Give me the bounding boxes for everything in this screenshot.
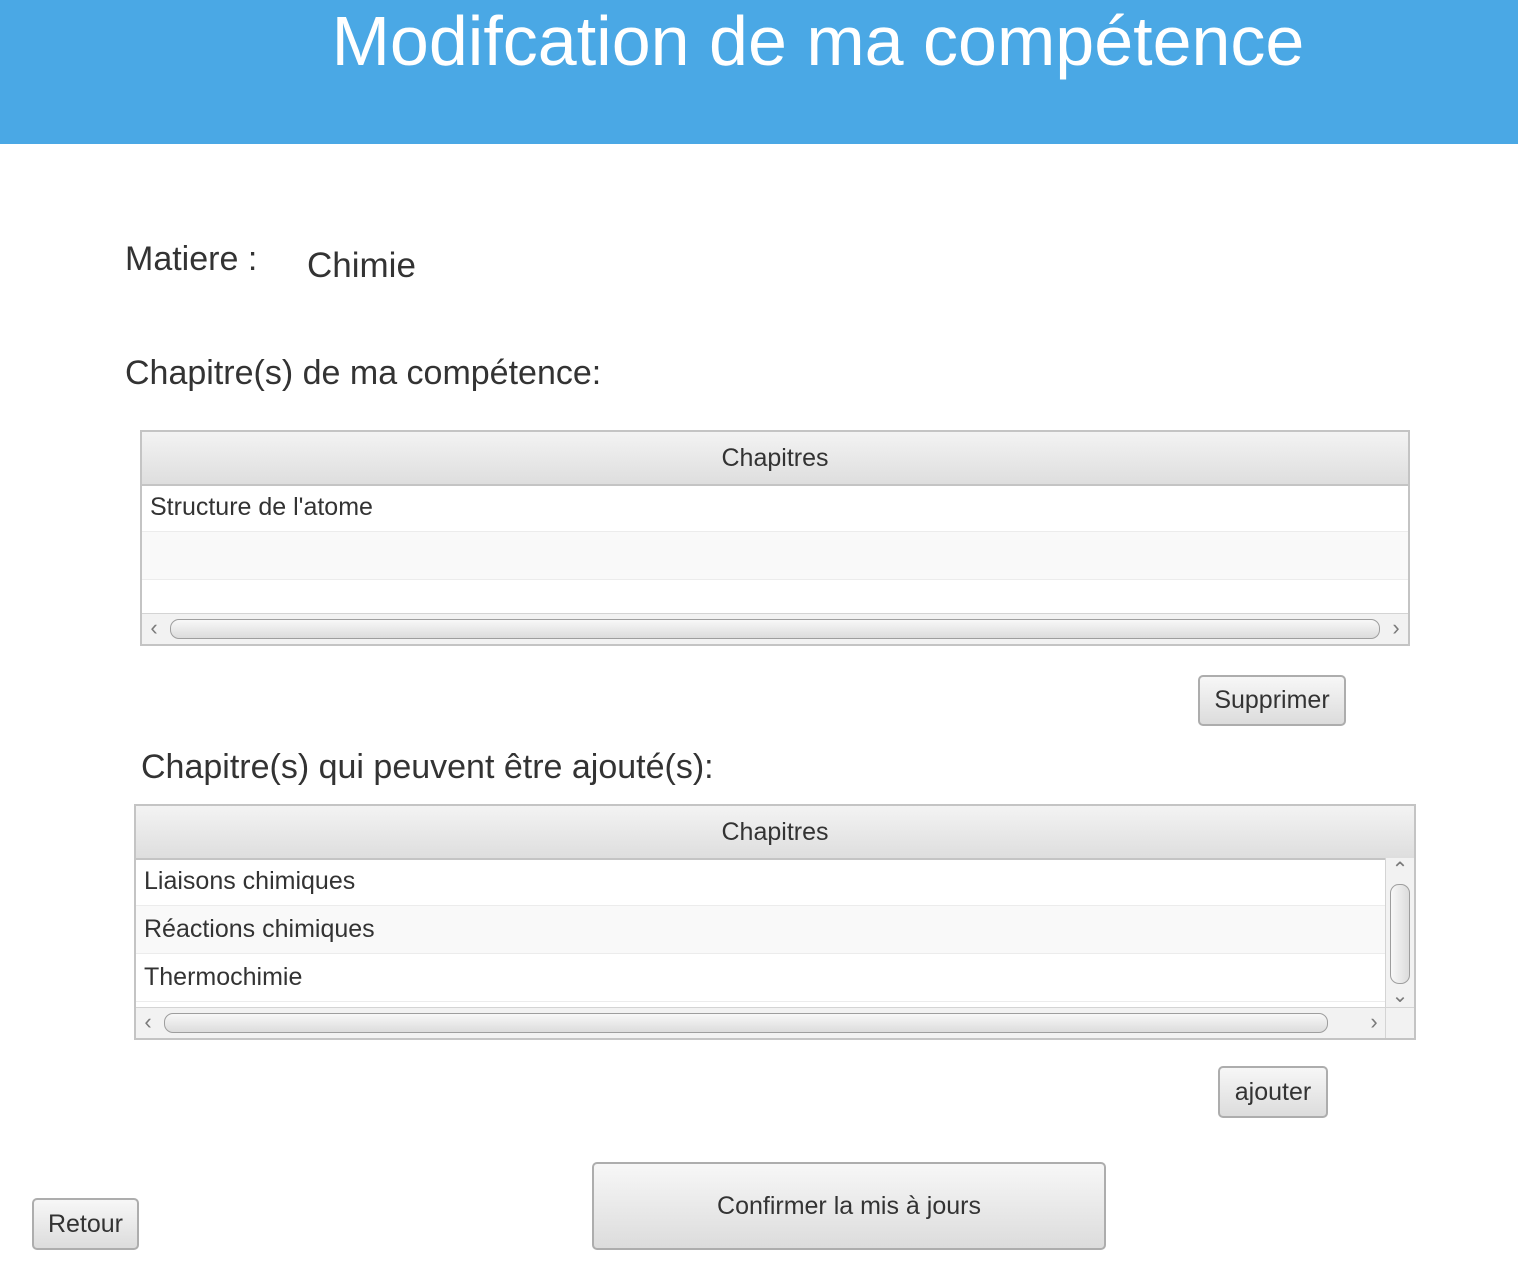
- scroll-down-icon[interactable]: ⌄: [1386, 984, 1414, 1008]
- scroll-right-icon[interactable]: ›: [1384, 614, 1408, 644]
- scroll-thumb[interactable]: [164, 1013, 1328, 1033]
- table-row[interactable]: [142, 532, 1408, 580]
- confirm-update-button[interactable]: Confirmer la mis à jours: [592, 1162, 1106, 1250]
- scroll-thumb[interactable]: [170, 619, 1380, 639]
- table-row[interactable]: Structure de l'atome: [142, 484, 1408, 532]
- matiere-label: Matiere :: [125, 240, 258, 278]
- table-row[interactable]: Liaisons chimiques: [136, 858, 1386, 906]
- horizontal-scrollbar[interactable]: ‹ ›: [142, 613, 1408, 644]
- addable-chapters-table[interactable]: Chapitres Liaisons chimiques Réactions c…: [134, 804, 1416, 1040]
- competence-section-title: Chapitre(s) de ma compétence:: [125, 354, 602, 392]
- competence-chapters-table[interactable]: Chapitres Structure de l'atome ‹ ›: [140, 430, 1410, 646]
- column-header-chapitres[interactable]: Chapitres: [142, 432, 1408, 486]
- scroll-right-icon[interactable]: ›: [1362, 1008, 1386, 1038]
- matiere-value: Chimie: [307, 246, 416, 285]
- table-body: Structure de l'atome: [142, 484, 1408, 628]
- vertical-scrollbar[interactable]: ⌃ ⌄: [1385, 858, 1414, 1008]
- horizontal-scrollbar[interactable]: ‹ ›: [136, 1007, 1386, 1038]
- page-title: Modifcation de ma compétence: [331, 2, 1305, 80]
- header-bar: Modifcation de ma compétence: [0, 0, 1518, 144]
- scroll-left-icon[interactable]: ‹: [142, 614, 166, 644]
- scrollbar-corner: [1385, 1007, 1414, 1038]
- scroll-up-icon[interactable]: ⌃: [1386, 858, 1414, 882]
- addable-section-title: Chapitre(s) qui peuvent être ajouté(s):: [141, 748, 714, 786]
- table-row[interactable]: Thermochimie: [136, 954, 1386, 1002]
- delete-button[interactable]: Supprimer: [1198, 675, 1346, 726]
- scroll-thumb[interactable]: [1390, 884, 1410, 984]
- column-header-chapitres[interactable]: Chapitres: [136, 806, 1414, 860]
- table-row[interactable]: Réactions chimiques: [136, 906, 1386, 954]
- back-button[interactable]: Retour: [32, 1198, 139, 1250]
- add-button[interactable]: ajouter: [1218, 1066, 1328, 1118]
- scroll-left-icon[interactable]: ‹: [136, 1008, 160, 1038]
- table-body: Liaisons chimiques Réactions chimiques T…: [136, 858, 1386, 1002]
